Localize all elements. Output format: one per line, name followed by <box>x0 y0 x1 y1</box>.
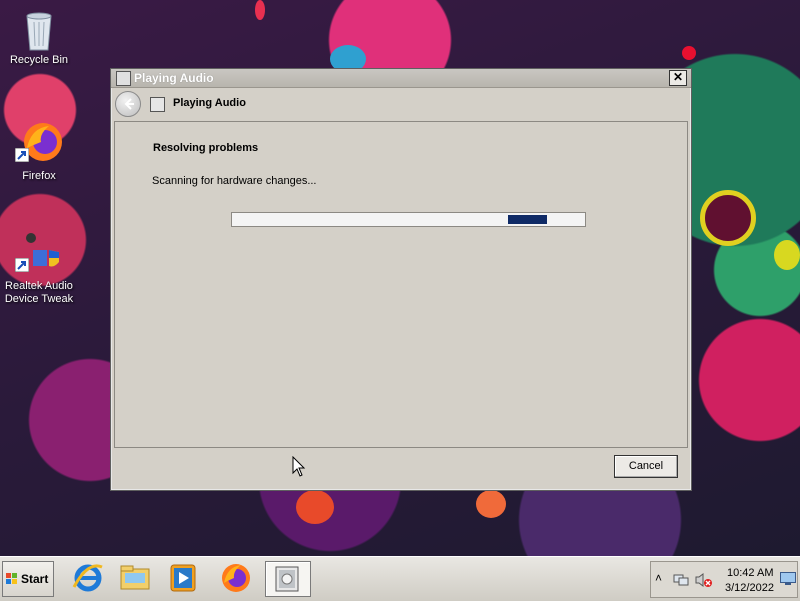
page-heading: Resolving problems <box>153 142 259 154</box>
show-desktop-icon[interactable] <box>780 572 796 586</box>
wallpaper-decoration <box>476 490 506 518</box>
taskbar: Start ˄ 10:42 AM 3/12/2022 <box>0 556 800 601</box>
status-text: Scanning for hardware changes... <box>152 175 317 187</box>
wallpaper-decoration <box>682 46 696 60</box>
progress-bar <box>231 212 586 227</box>
close-button[interactable]: ✕ <box>669 70 687 86</box>
taskbar-firefox[interactable] <box>219 561 253 595</box>
troubleshooter-dialog: Playing Audio ✕ Playing Audio Resolving … <box>110 68 692 491</box>
notification-area: ˄ 10:42 AM 3/12/2022 <box>650 561 798 598</box>
progress-marquee-chunk <box>508 215 547 224</box>
wallpaper-decoration <box>774 240 800 270</box>
wallpaper-decoration <box>296 490 334 524</box>
desktop-icon-realtek-audio-device-tweak[interactable]: Realtek Audio Device Tweak <box>1 230 77 306</box>
desktop-icon-label: Recycle Bin <box>9 54 69 66</box>
firefox-icon <box>15 120 62 162</box>
desktop-icon-firefox[interactable]: Firefox <box>1 120 77 183</box>
file-explorer-icon <box>120 565 150 590</box>
back-button[interactable] <box>115 91 141 117</box>
mouse-cursor-icon <box>292 456 306 477</box>
troubleshooter-window-icon <box>275 566 299 592</box>
cancel-button[interactable]: Cancel <box>614 455 678 478</box>
taskbar-media-player[interactable] <box>166 561 200 595</box>
tray-overflow-chevron-icon[interactable]: ˄ <box>655 571 662 585</box>
internet-explorer-icon <box>72 564 103 592</box>
media-player-icon <box>170 564 196 592</box>
shortcut-arrow-icon <box>15 258 29 272</box>
troubleshooter-app-icon <box>116 71 131 86</box>
start-label: Start <box>21 572 49 586</box>
wizard-content-panel: Resolving problems Scanning for hardware… <box>114 121 688 448</box>
clock-time[interactable]: 10:42 AM <box>727 567 773 579</box>
desktop-icon-recycle-bin[interactable]: Recycle Bin <box>1 8 77 67</box>
wallpaper-decoration <box>255 0 265 20</box>
back-arrow-icon <box>124 98 134 110</box>
volume-muted-icon[interactable] <box>695 572 713 588</box>
recycle-bin-icon <box>21 8 57 51</box>
desktop-icon-label: Firefox <box>22 170 56 182</box>
wallpaper-decoration <box>700 190 756 246</box>
taskbar-internet-explorer[interactable] <box>71 561 105 595</box>
window-title: Playing Audio <box>134 71 214 85</box>
firefox-icon <box>222 564 250 592</box>
clock-date[interactable]: 3/12/2022 <box>725 582 774 594</box>
troubleshooter-nav-icon <box>150 97 165 112</box>
network-icon[interactable] <box>673 572 689 588</box>
start-button[interactable]: Start <box>2 561 54 597</box>
window-titlebar[interactable]: Playing Audio ✕ <box>111 69 691 88</box>
close-icon: ✕ <box>672 70 684 84</box>
taskbar-file-explorer[interactable] <box>118 561 152 595</box>
taskbar-troubleshooter-window[interactable] <box>265 561 311 597</box>
realtek-tweak-icon <box>15 230 59 272</box>
shortcut-arrow-icon <box>15 148 29 162</box>
desktop-icon-label: Realtek Audio Device Tweak <box>4 280 74 305</box>
wizard-nav-bar: Playing Audio <box>111 88 691 118</box>
windows-flag-icon <box>6 573 17 584</box>
wizard-title: Playing Audio <box>173 97 246 109</box>
